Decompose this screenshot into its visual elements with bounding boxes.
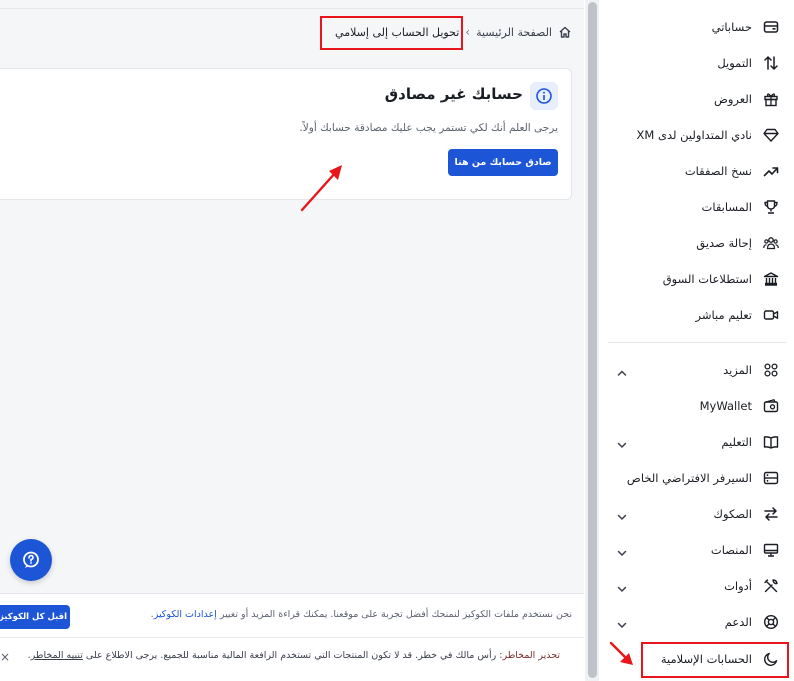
sidebar-item-platforms[interactable]: المنصات bbox=[600, 532, 794, 568]
cookie-banner: نحن نستخدم ملفات الكوكيز لنمنحك أفضل تجر… bbox=[0, 593, 584, 637]
grid-icon bbox=[762, 361, 780, 379]
cookie-message: نحن نستخدم ملفات الكوكيز لنمنحك أفضل تجر… bbox=[219, 609, 572, 620]
tools-icon bbox=[762, 577, 780, 595]
sidebar-item-label: الحسابات الإسلامية bbox=[660, 652, 752, 666]
sidebar-item-label: أدوات bbox=[724, 579, 752, 593]
sidebar-item-tools[interactable]: أدوات bbox=[600, 568, 794, 604]
sidebar-item-xm-club[interactable]: نادي المتداولين لدى XM bbox=[600, 117, 794, 153]
breadcrumb-home[interactable]: الصفحة الرئيسية bbox=[476, 26, 552, 39]
sidebar-item-label: العروض bbox=[713, 92, 752, 106]
sidebar-item-label: المنصات bbox=[710, 543, 752, 557]
sidebar-item-label: التمويل bbox=[717, 56, 752, 70]
monitor-icon bbox=[762, 541, 780, 559]
chat-question-icon bbox=[23, 551, 39, 568]
sidebar-item-label: تعليم مباشر bbox=[695, 308, 752, 322]
unverified-notice-card: حسابك غير مصادق يرجى العلم أنك لكي تستمر… bbox=[0, 68, 572, 200]
sidebar-item-label: نادي المتداولين لدى XM bbox=[636, 128, 752, 142]
chevron-down-icon[interactable] bbox=[616, 508, 628, 521]
cookie-settings-link[interactable]: إعدادات الكوكيز bbox=[154, 609, 217, 620]
trend-up-icon bbox=[762, 162, 780, 180]
verify-account-button[interactable]: صادق حسابك من هنا bbox=[448, 149, 558, 176]
main-content: الصفحة الرئيسية ‹ تحويل الحساب إلى إسلام… bbox=[0, 0, 584, 681]
sidebar-item-label: استطلاعات السوق bbox=[662, 272, 752, 286]
sidebar-item-label: التعليم bbox=[721, 435, 752, 449]
moon-icon bbox=[762, 650, 780, 668]
sidebar-item-funding[interactable]: التمويل bbox=[600, 45, 794, 81]
notice-title: حسابك غير مصادق bbox=[384, 85, 523, 103]
lifebuoy-icon bbox=[762, 613, 780, 631]
sidebar-item-label: الدعم bbox=[724, 615, 752, 629]
scrollbar-thumb[interactable] bbox=[588, 2, 597, 678]
risk-label: تحذير المخاطر: bbox=[499, 650, 560, 661]
breadcrumb-current: تحويل الحساب إلى إسلامي bbox=[335, 25, 460, 39]
sidebar-item-mywallet[interactable]: MyWallet bbox=[600, 388, 794, 424]
swap-icon bbox=[762, 505, 780, 523]
sidebar-divider bbox=[608, 342, 786, 343]
risk-text: تحذير المخاطر: رأس مالك في خطر. قد لا تك… bbox=[27, 650, 560, 661]
risk-message: رأس مالك في خطر. قد لا تكون المنتجات الت… bbox=[85, 650, 497, 661]
chevron-up-icon[interactable] bbox=[616, 364, 628, 376]
close-icon[interactable]: × bbox=[0, 650, 10, 664]
home-icon[interactable] bbox=[558, 25, 572, 39]
transfer-arrows-icon bbox=[762, 54, 780, 72]
top-divider bbox=[0, 8, 584, 9]
sidebar-item-label: المسابقات bbox=[701, 200, 752, 214]
wallet-card-icon bbox=[762, 18, 780, 36]
trophy-icon bbox=[762, 198, 780, 216]
sidebar-item-promotions[interactable]: العروض bbox=[600, 81, 794, 117]
notice-description: يرجى العلم أنك لكي تستمر يجب عليك مصادقة… bbox=[299, 122, 558, 134]
book-icon bbox=[762, 433, 780, 451]
sidebar-item-support[interactable]: الدعم bbox=[600, 604, 794, 640]
sidebar-item-label: نسخ الصفقات bbox=[684, 164, 752, 178]
cookie-text: نحن نستخدم ملفات الكوكيز لنمنحك أفضل تجر… bbox=[150, 609, 572, 620]
risk-warning-banner: تحذير المخاطر: رأس مالك في خطر. قد لا تك… bbox=[0, 637, 584, 681]
sidebar-item-label: إحالة صديق bbox=[696, 236, 752, 250]
sidebar-item-education[interactable]: التعليم bbox=[600, 424, 794, 460]
chevron-down-icon[interactable] bbox=[616, 616, 628, 629]
sidebar-item-live-education[interactable]: تعليم مباشر bbox=[600, 297, 794, 333]
sidebar-item-label: الصكوك bbox=[713, 507, 752, 521]
server-icon bbox=[762, 469, 780, 487]
sidebar: حساباتي التمويل العروض نادي المتداولين ل… bbox=[600, 0, 794, 681]
sidebar-item-label: السيرفر الافتراضي الخاص bbox=[626, 471, 752, 485]
mywallet-icon bbox=[762, 397, 780, 415]
sidebar-item-copy-trading[interactable]: نسخ الصفقات bbox=[600, 153, 794, 189]
sidebar-item-islamic-accounts[interactable]: الحسابات الإسلامية bbox=[600, 641, 794, 677]
sidebar-item-more[interactable]: المزيد bbox=[600, 352, 794, 388]
sidebar-item-sukuk[interactable]: الصكوك bbox=[600, 496, 794, 532]
risk-warning-link[interactable]: تنبيه المخاطر bbox=[31, 650, 83, 661]
accept-cookies-button[interactable]: اقبل كل الكوكيز bbox=[0, 605, 70, 629]
sidebar-item-label: المزيد bbox=[723, 363, 752, 377]
chevron-down-icon[interactable] bbox=[616, 544, 628, 557]
breadcrumb: الصفحة الرئيسية ‹ تحويل الحساب إلى إسلام… bbox=[335, 22, 572, 42]
bank-icon bbox=[762, 270, 780, 288]
sidebar-item-label: MyWallet bbox=[699, 399, 752, 413]
chevron-left-icon: ‹ bbox=[465, 25, 471, 39]
chevron-down-icon[interactable] bbox=[616, 580, 628, 593]
chat-support-button[interactable] bbox=[10, 539, 52, 581]
sidebar-item-refer-friend[interactable]: إحالة صديق bbox=[600, 225, 794, 261]
sidebar-item-label: حساباتي bbox=[711, 20, 752, 34]
diamond-icon bbox=[762, 126, 780, 144]
video-icon bbox=[762, 306, 780, 324]
sidebar-item-vps[interactable]: السيرفر الافتراضي الخاص bbox=[600, 460, 794, 496]
users-icon bbox=[762, 234, 780, 252]
sidebar-item-competitions[interactable]: المسابقات bbox=[600, 189, 794, 225]
sidebar-item-my-accounts[interactable]: حساباتي bbox=[600, 9, 794, 45]
gift-icon bbox=[762, 90, 780, 108]
sidebar-item-market-surveys[interactable]: استطلاعات السوق bbox=[600, 261, 794, 297]
info-icon bbox=[530, 82, 558, 110]
chevron-down-icon[interactable] bbox=[616, 436, 628, 449]
